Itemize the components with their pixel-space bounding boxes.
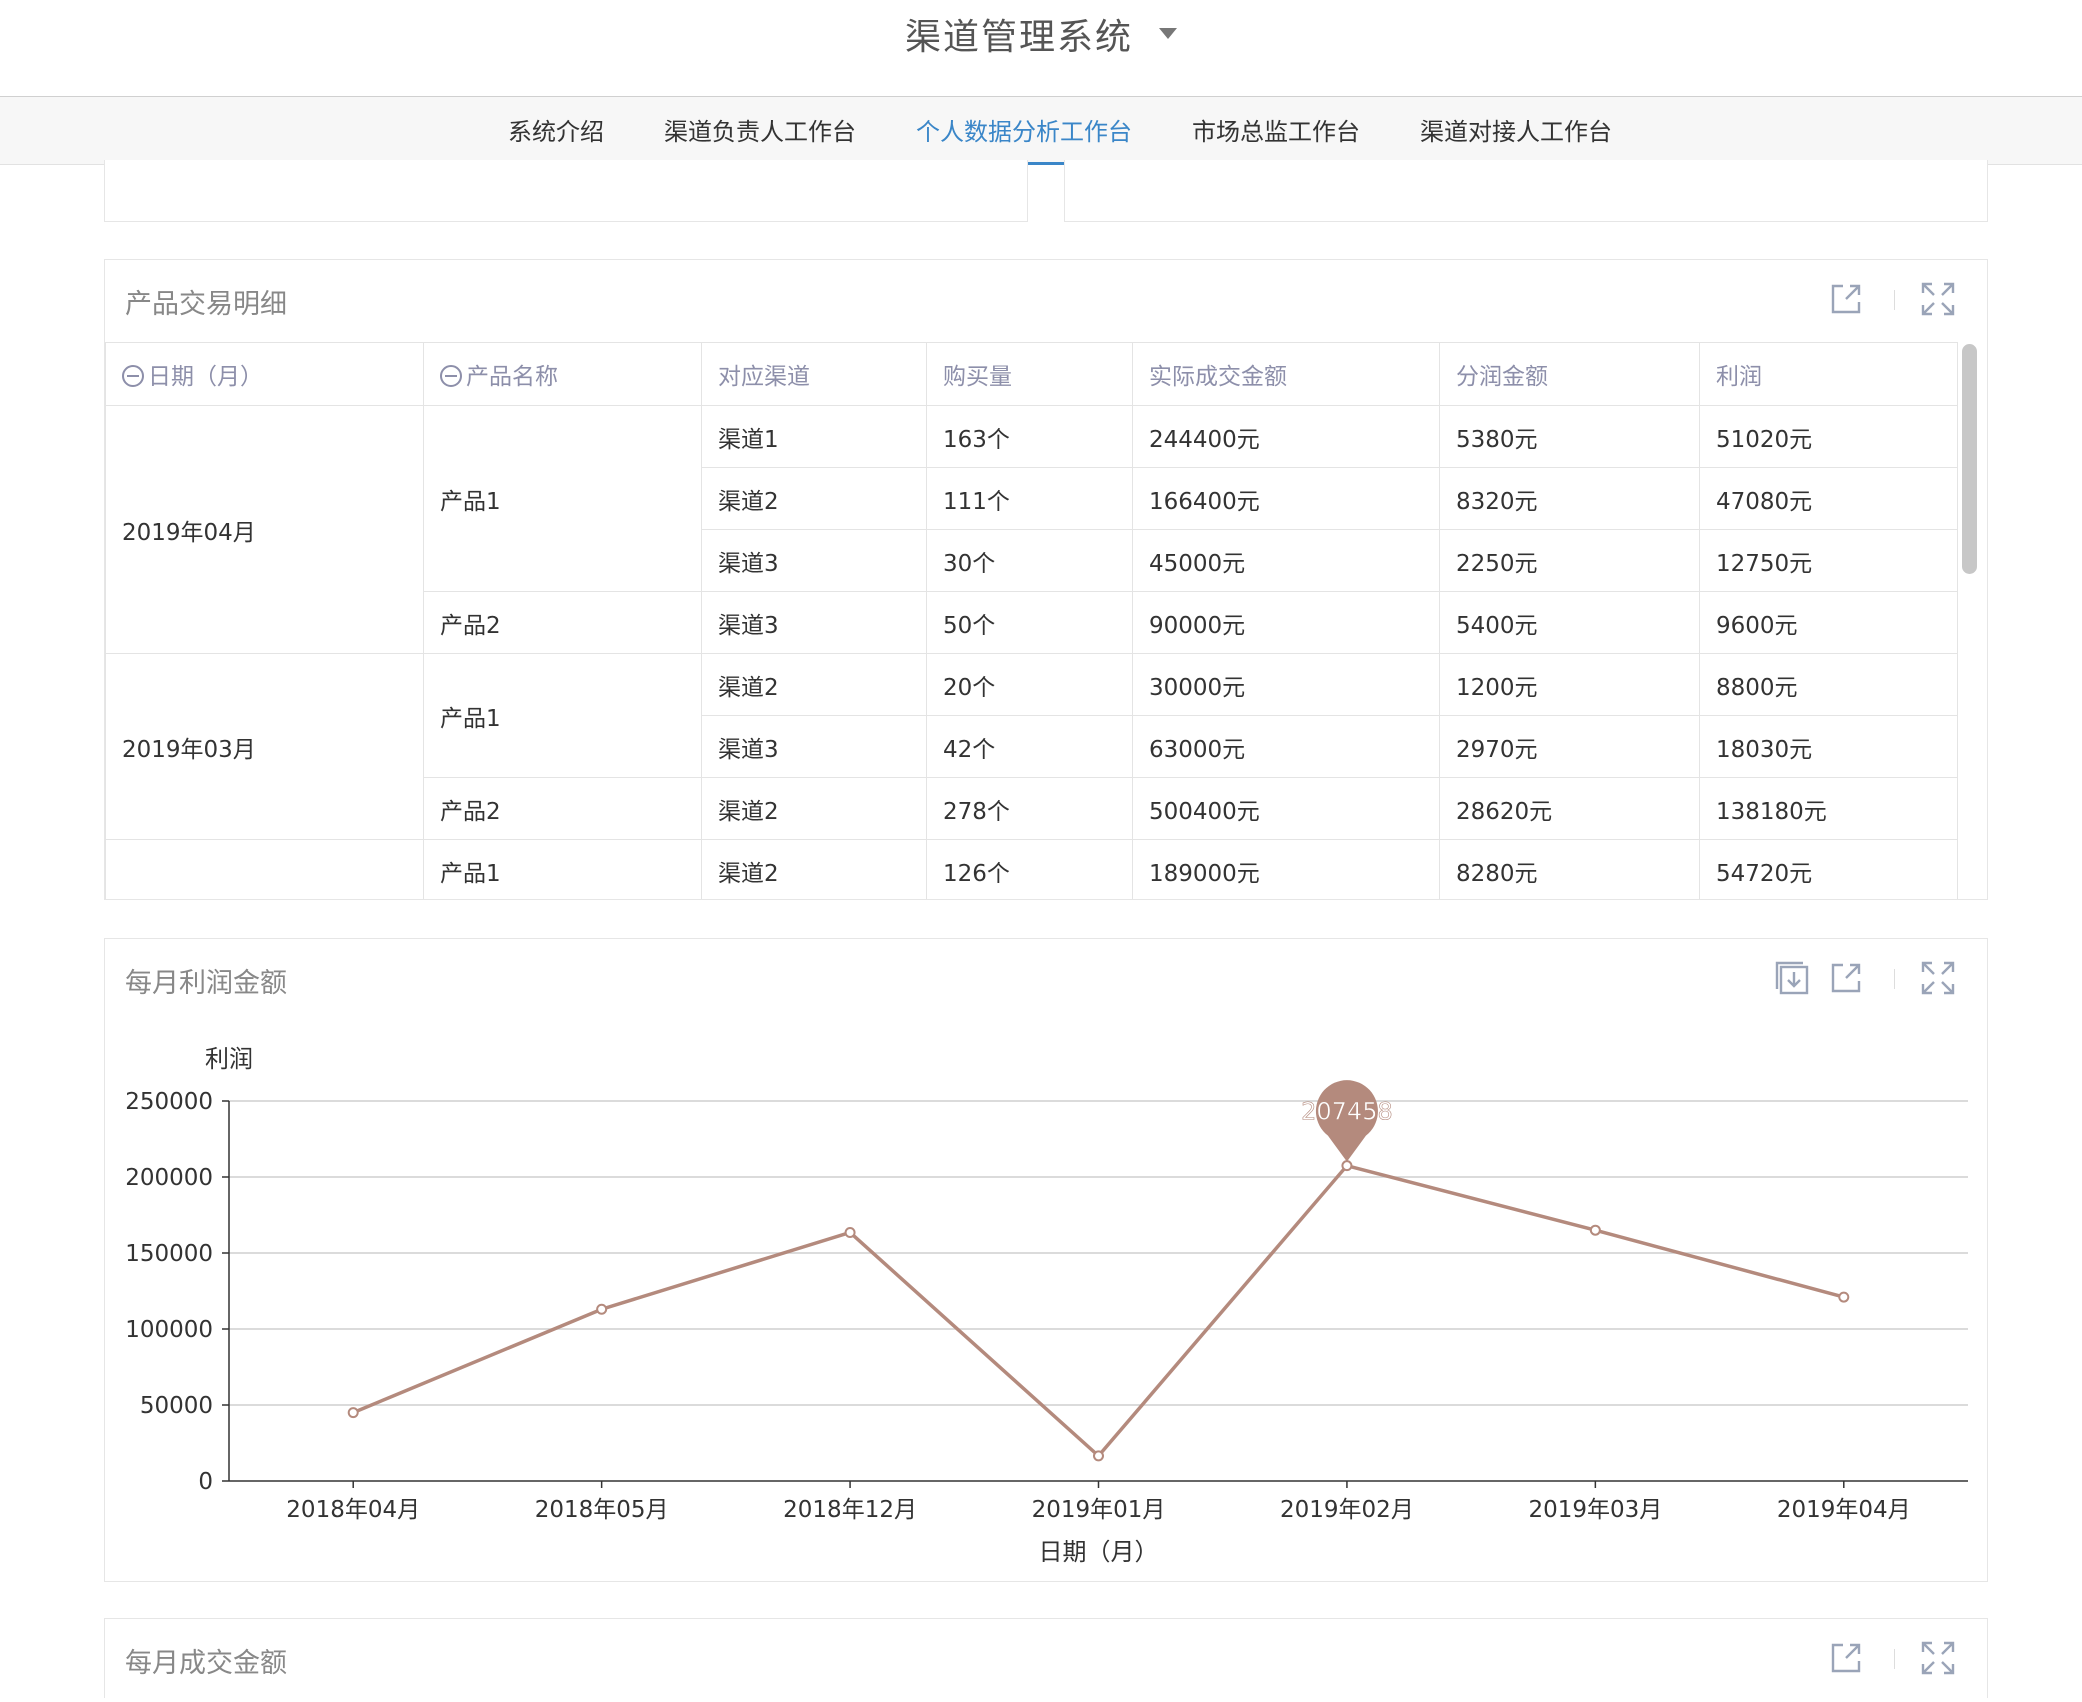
product-cell: 产品1	[423, 839, 702, 899]
export-icon[interactable]	[1829, 282, 1863, 316]
table-cell: 18030元	[1699, 715, 1958, 778]
toolbar-divider	[1894, 1649, 1895, 1669]
toolbar-divider	[1894, 969, 1895, 989]
tab-marketing-director[interactable]: 市场总监工作台	[1192, 97, 1360, 165]
table-cell: 166400元	[1132, 467, 1440, 530]
table-cell: 渠道3	[701, 529, 927, 592]
export-icon[interactable]	[1829, 1641, 1863, 1675]
table-header-row: 日期（月） 产品名称 对应渠道 购买量 实际成交金额 分润金额 利润	[105, 342, 1958, 406]
table-cell: 渠道1	[701, 405, 927, 468]
table-cell: 8800元	[1699, 653, 1958, 716]
tab-personal-analysis[interactable]: 个人数据分析工作台	[906, 97, 1142, 165]
product-cell: 产品1	[423, 405, 702, 592]
column-header[interactable]: 日期（月）	[105, 342, 424, 406]
table-cell: 138180元	[1699, 777, 1958, 840]
table-cell: 30000元	[1132, 653, 1440, 716]
table-cell: 42个	[926, 715, 1133, 778]
table-cell: 渠道2	[701, 653, 927, 716]
table-cell: 20个	[926, 653, 1133, 716]
panel-title: 每月利润金额	[125, 968, 287, 999]
tab-channel-manager[interactable]: 渠道负责人工作台	[664, 97, 856, 165]
table-cell: 278个	[926, 777, 1133, 840]
table-cell: 126个	[926, 839, 1133, 899]
panel-top-right	[1064, 160, 1988, 222]
fullscreen-icon[interactable]	[1921, 282, 1955, 316]
table-cell: 90000元	[1132, 591, 1440, 654]
column-header: 利润	[1699, 342, 1958, 406]
table-cell: 28620元	[1439, 777, 1700, 840]
table-cell: 8280元	[1439, 839, 1700, 899]
table-cell: 12750元	[1699, 529, 1958, 592]
date-cell	[105, 839, 424, 899]
panel-product-detail: 产品交易明细 日期（月） 产品名称 对应渠道 购买量 实际成交金额 分润金额 利润 2019…	[104, 259, 1988, 900]
app-header: 渠道管理系统	[0, 0, 2082, 97]
table-cell: 50个	[926, 591, 1133, 654]
table-cell: 渠道3	[701, 591, 927, 654]
column-header: 实际成交金额	[1132, 342, 1440, 406]
table-row: 2019年04月 产品1 渠道1 163个 244400元 5380元 51020元	[105, 405, 1958, 654]
table-cell: 500400元	[1132, 777, 1440, 840]
table-cell: 47080元	[1699, 467, 1958, 530]
table-cell: 5380元	[1439, 405, 1700, 468]
table-cell: 1200元	[1439, 653, 1700, 716]
caret-down-icon[interactable]	[1159, 27, 1177, 39]
panel-title: 每月成交金额	[125, 1648, 287, 1679]
product-cell: 产品2	[423, 591, 702, 654]
tab-system-intro[interactable]: 系统介绍	[508, 97, 604, 165]
table-cell: 9600元	[1699, 591, 1958, 654]
table-container: 日期（月） 产品名称 对应渠道 购买量 实际成交金额 分润金额 利润 2019年04月 产品1…	[105, 342, 1958, 899]
column-header: 购买量	[926, 342, 1133, 406]
table-row: 产品1 渠道2 126个 189000元 8280元 54720元	[105, 839, 1958, 899]
detail-table: 日期（月） 产品名称 对应渠道 购买量 实际成交金额 分润金额 利润 2019年04月 产品1…	[105, 342, 1958, 899]
table-row: 2019年03月 产品1 渠道2 20个 30000元 1200元 8800元	[105, 653, 1958, 840]
table-cell: 渠道2	[701, 839, 927, 899]
toolbar-divider	[1894, 290, 1895, 310]
table-cell: 51020元	[1699, 405, 1958, 468]
date-cell: 2019年03月	[105, 653, 424, 840]
table-cell: 54720元	[1699, 839, 1958, 899]
app-title[interactable]: 渠道管理系统	[0, 8, 2082, 60]
download-icon[interactable]	[1775, 961, 1809, 995]
date-cell: 2019年04月	[105, 405, 424, 654]
collapse-icon[interactable]	[440, 365, 462, 387]
table-cell: 2250元	[1439, 529, 1700, 592]
table-cell: 163个	[926, 405, 1133, 468]
tab-channel-liaison[interactable]: 渠道对接人工作台	[1420, 97, 1612, 165]
table-cell: 2970元	[1439, 715, 1700, 778]
column-header: 对应渠道	[701, 342, 927, 406]
fullscreen-icon[interactable]	[1921, 961, 1955, 995]
nav-bar: 系统介绍 渠道负责人工作台 个人数据分析工作台 市场总监工作台 渠道对接人工作台	[0, 97, 2082, 165]
column-header[interactable]: 产品名称	[423, 342, 702, 406]
table-scrollbar[interactable]	[1962, 344, 1977, 574]
product-cell: 产品2	[423, 777, 702, 840]
export-icon[interactable]	[1829, 961, 1863, 995]
table-cell: 渠道3	[701, 715, 927, 778]
table-cell: 111个	[926, 467, 1133, 530]
panel-monthly-profit: 每月利润金额	[104, 938, 1988, 1582]
panel-monthly-revenue: 每月成交金额	[104, 1618, 1988, 1698]
table-cell: 45000元	[1132, 529, 1440, 592]
table-cell: 8320元	[1439, 467, 1700, 530]
table-cell: 渠道2	[701, 467, 927, 530]
fullscreen-icon[interactable]	[1921, 1641, 1955, 1675]
panel-title: 产品交易明细	[125, 289, 287, 320]
table-cell: 渠道2	[701, 777, 927, 840]
table-cell: 244400元	[1132, 405, 1440, 468]
table-cell: 189000元	[1132, 839, 1440, 899]
product-cell: 产品1	[423, 653, 702, 778]
column-header: 分润金额	[1439, 342, 1700, 406]
panel-top-left	[104, 160, 1028, 222]
table-cell: 5400元	[1439, 591, 1700, 654]
collapse-icon[interactable]	[122, 365, 144, 387]
table-cell: 30个	[926, 529, 1133, 592]
table-cell: 63000元	[1132, 715, 1440, 778]
